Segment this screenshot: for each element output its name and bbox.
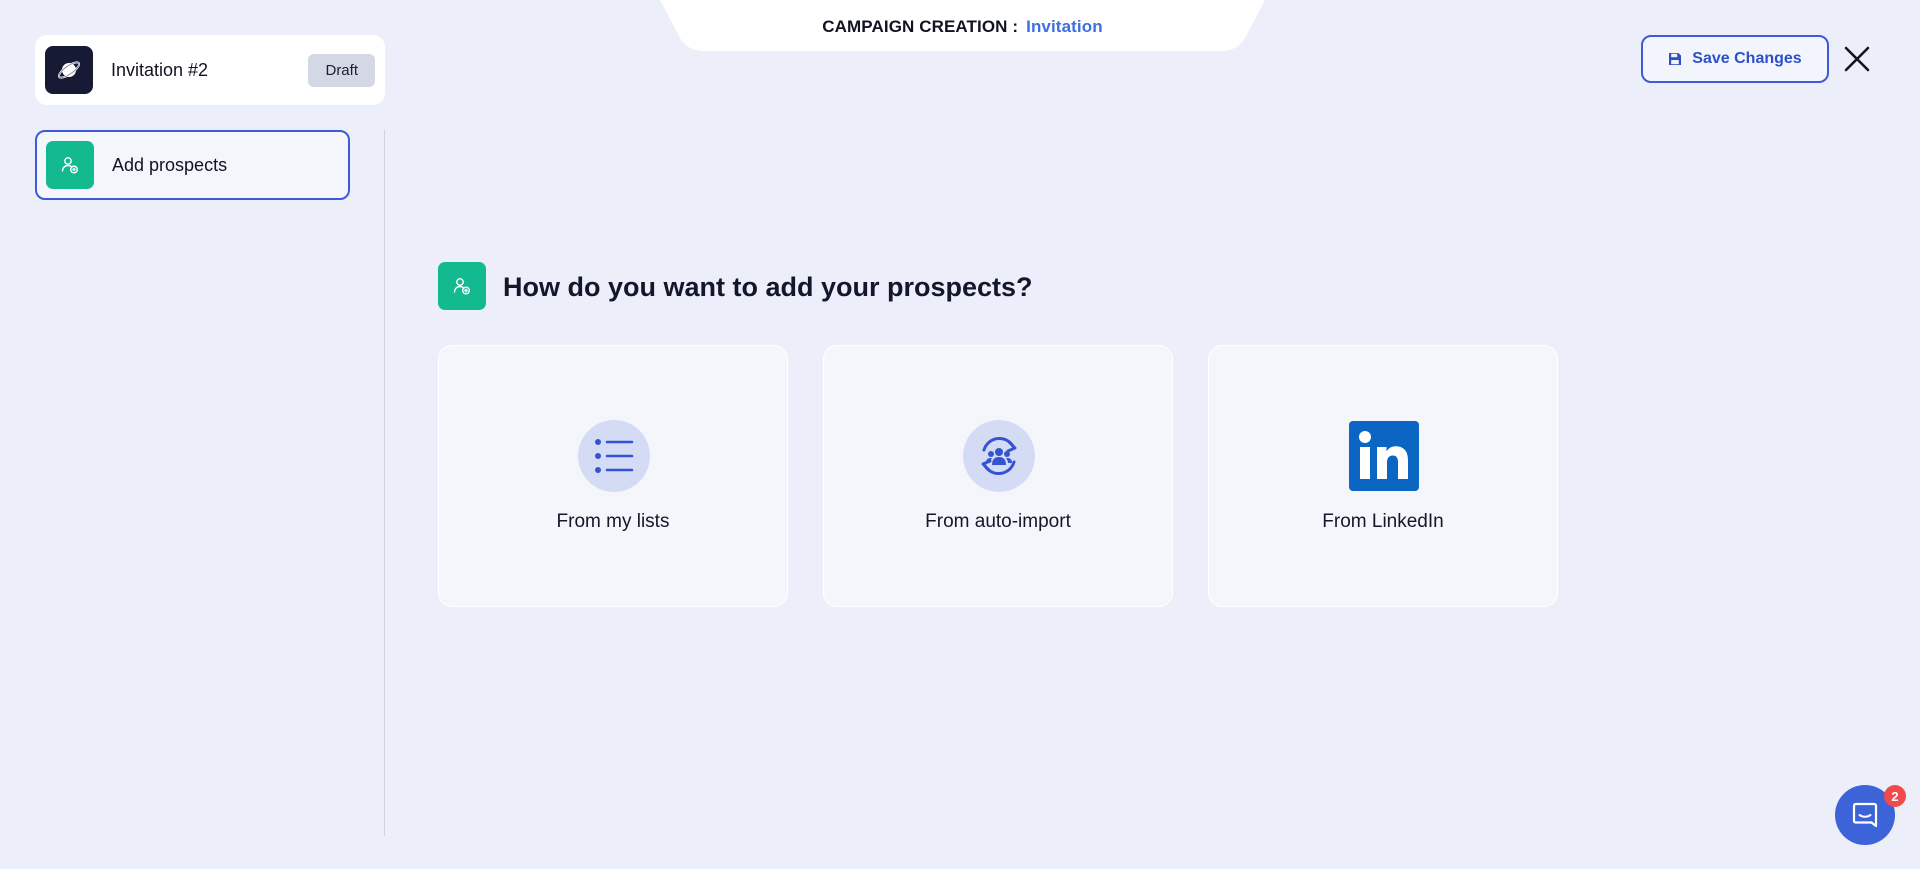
chat-icon <box>1852 802 1878 828</box>
campaign-name: Invitation #2 <box>111 59 209 80</box>
page-header-tab: CAMPAIGN CREATION : Invitation <box>660 0 1265 52</box>
close-icon <box>1844 46 1870 72</box>
user-add-icon <box>46 141 94 189</box>
page-title: CAMPAIGN CREATION : Invitation <box>660 17 1265 37</box>
campaign-card[interactable]: Invitation #2 Draft <box>35 35 385 105</box>
close-button[interactable] <box>1842 44 1872 74</box>
sidebar-step-label: Add prospects <box>112 154 228 175</box>
option-from-my-lists[interactable]: From my lists <box>438 345 788 607</box>
status-badge: Draft <box>308 53 375 87</box>
option-from-linkedin[interactable]: From LinkedIn <box>1208 345 1558 607</box>
save-changes-label: Save Changes <box>1692 50 1802 67</box>
chat-notification-badge: 2 <box>1884 785 1906 807</box>
save-changes-button[interactable]: Save Changes <box>1641 35 1829 83</box>
planet-icon <box>45 46 93 94</box>
sync-users-icon <box>963 420 1035 492</box>
question-user-add-icon <box>438 262 486 310</box>
list-icon <box>578 420 650 492</box>
option-label: From auto-import <box>925 511 1071 532</box>
sidebar-step-add-prospects[interactable]: Add prospects <box>35 130 350 200</box>
campaign-creation-page: CAMPAIGN CREATION : Invitation Invitation… <box>0 0 1920 869</box>
option-label: From my lists <box>556 511 670 532</box>
page-title-prefix: CAMPAIGN CREATION : <box>822 17 1019 36</box>
sidebar-divider <box>384 130 385 836</box>
linkedin-icon <box>1348 420 1420 492</box>
option-from-auto-import[interactable]: From auto-import <box>823 345 1173 607</box>
page-title-campaign-type: Invitation <box>1026 17 1103 36</box>
option-label: From LinkedIn <box>1322 511 1444 532</box>
floppy-disk-icon <box>1669 53 1682 65</box>
question-heading: How do you want to add your prospects? <box>503 272 1033 302</box>
